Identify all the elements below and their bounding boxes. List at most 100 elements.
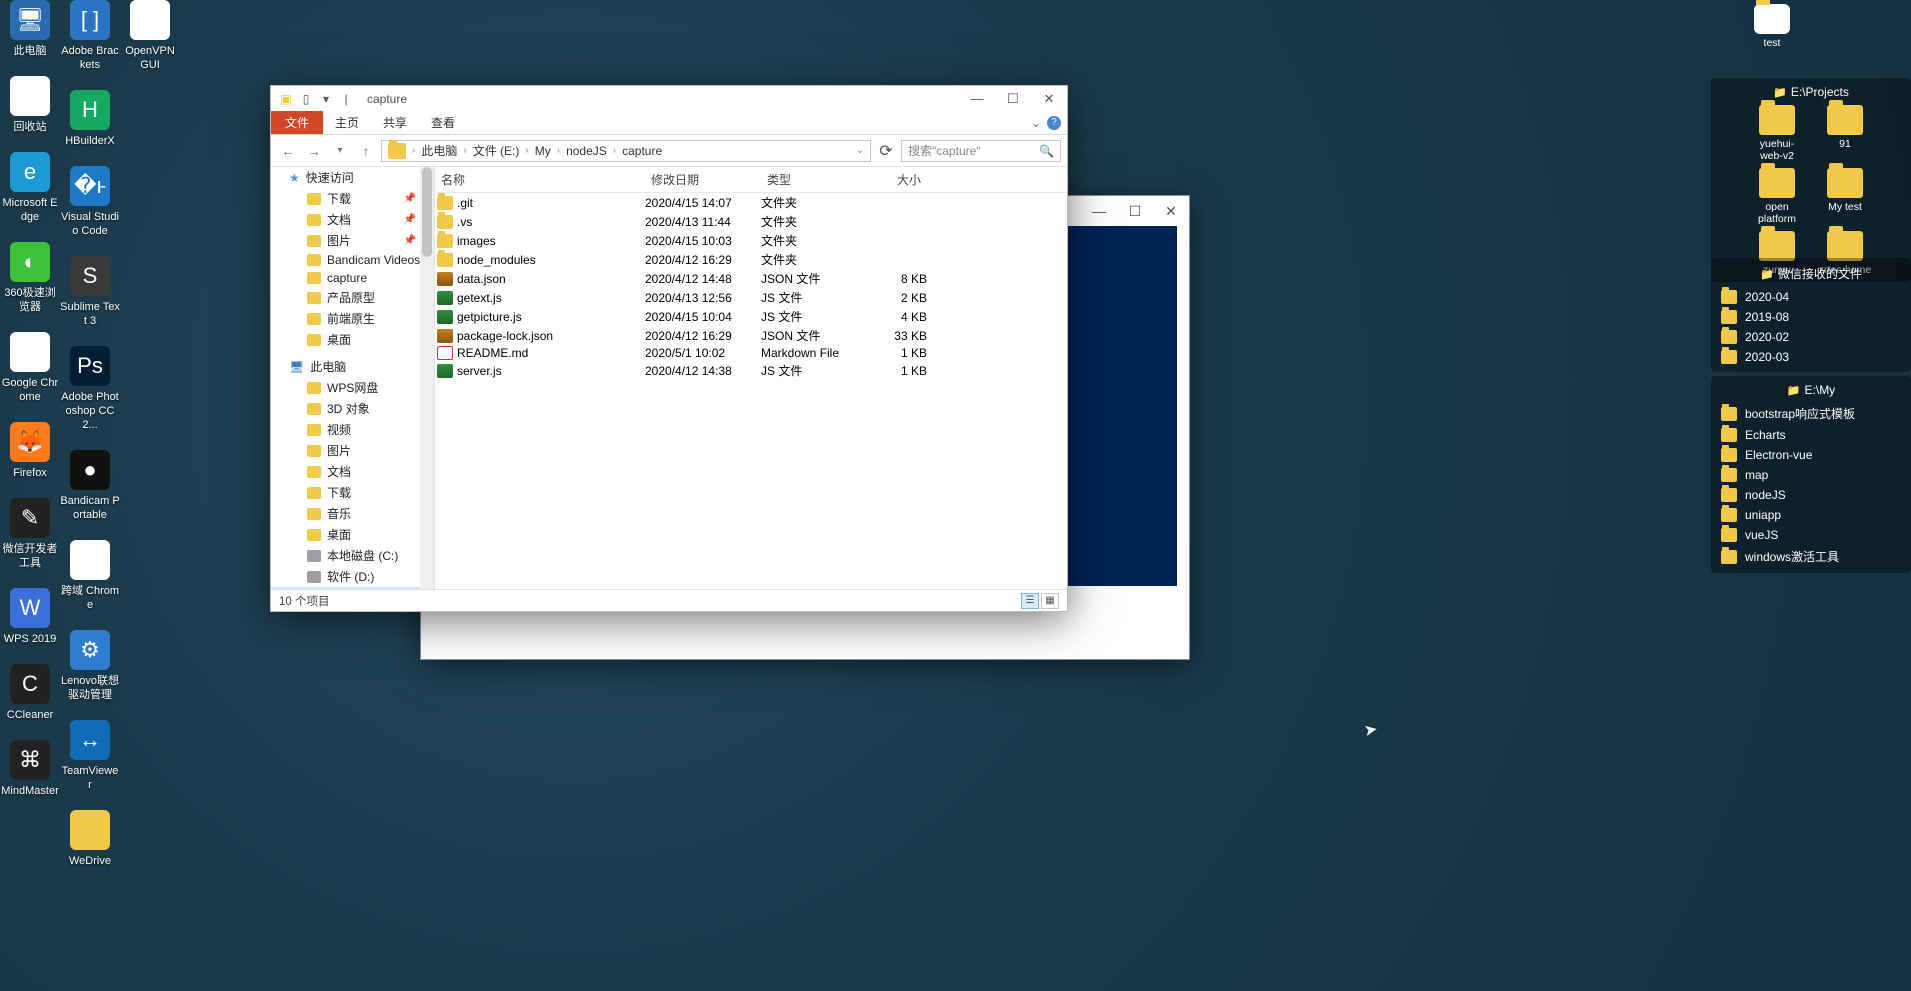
nav-up-button[interactable]: ↑ — [355, 143, 377, 159]
nav-recent-button[interactable]: ▾ — [329, 145, 351, 156]
desktop-item[interactable]: ⌘MindMaster — [0, 740, 60, 798]
fence-item[interactable]: 91 — [1817, 105, 1873, 162]
fence-projects[interactable]: E:\Projects yuehui-web-v291open platform… — [1711, 78, 1911, 282]
close-button[interactable]: ✕ — [1031, 91, 1067, 107]
desktop-item[interactable]: ◎Google Chrome — [0, 332, 60, 404]
desktop-item[interactable]: SSublime Text 3 — [60, 256, 120, 328]
desktop-item[interactable]: HHBuilderX — [60, 90, 120, 148]
fence-list-item[interactable]: 2019-08 — [1717, 308, 1905, 326]
titlebar[interactable]: ▣ ▯ ▾ | capture — ☐ ✕ — [271, 86, 1067, 111]
qat-item[interactable]: ▾ — [317, 92, 335, 106]
breadcrumb-segment[interactable]: nodeJS — [562, 144, 611, 158]
desktop-item[interactable]: 🖥OpenVPN GUI — [120, 0, 180, 72]
breadcrumb-segment[interactable]: capture — [618, 144, 666, 158]
file-row[interactable]: images 2020/4/15 10:03 文件夹 — [435, 231, 1067, 250]
help-icon[interactable]: ? — [1047, 116, 1061, 130]
nav-tree[interactable]: ★ 快速访问下载📌文档📌图片📌Bandicam Videos📌capture产品… — [271, 167, 435, 589]
qat-item[interactable]: ▯ — [297, 92, 315, 106]
tree-item[interactable]: 本地磁盘 (C:) — [271, 545, 434, 566]
breadcrumb-segment[interactable]: My — [531, 144, 555, 158]
fence-my[interactable]: E:\My bootstrap响应式模板EchartsElectron-vuem… — [1711, 376, 1911, 573]
tree-item[interactable]: 下载 — [271, 482, 434, 503]
desktop-item[interactable]: eMicrosoft Edge — [0, 152, 60, 224]
tree-item[interactable]: 音乐 — [271, 503, 434, 524]
tab-home[interactable]: 主页 — [323, 111, 371, 134]
tree-item[interactable]: 产品原型 — [271, 287, 434, 308]
desktop-item[interactable]: ●Bandicam Portable — [60, 450, 120, 522]
tab-share[interactable]: 共享 — [371, 111, 419, 134]
fence-list-item[interactable]: windows激活工具 — [1717, 546, 1905, 567]
tree-scrollbar[interactable] — [420, 167, 434, 589]
fence-list-item[interactable]: nodeJS — [1717, 486, 1905, 504]
file-row[interactable]: data.json 2020/4/12 14:48 JSON 文件 8 KB — [435, 269, 1067, 288]
desktop-item[interactable]: WeDrive — [60, 810, 120, 868]
tree-item[interactable]: WPS网盘 — [271, 377, 434, 398]
tree-item[interactable]: 文件 (E:) — [271, 587, 434, 589]
file-row[interactable]: getext.js 2020/4/13 12:56 JS 文件 2 KB — [435, 288, 1067, 307]
nav-forward-button[interactable]: → — [303, 143, 325, 159]
desktop-item[interactable]: ◐360极速浏览器 — [0, 242, 60, 314]
bg-min-button[interactable]: — — [1081, 196, 1117, 226]
bg-max-button[interactable]: ☐ — [1117, 196, 1153, 226]
file-row[interactable]: package-lock.json 2020/4/12 16:29 JSON 文… — [435, 326, 1067, 345]
tree-item[interactable]: 桌面 — [271, 329, 434, 350]
bg-close-button[interactable]: ✕ — [1153, 196, 1189, 226]
desktop-item[interactable]: 🗑回收站 — [0, 76, 60, 134]
desktop-item[interactable]: PsAdobe Photoshop CC 2... — [60, 346, 120, 432]
tree-item[interactable]: 软件 (D:) — [271, 566, 434, 587]
ribbon-expand-icon[interactable]: ⌄ — [1031, 116, 1041, 130]
tree-item[interactable]: 🖥 此电脑 — [271, 356, 434, 377]
nav-back-button[interactable]: ← — [277, 143, 299, 159]
tree-item[interactable]: 前端原生 — [271, 308, 434, 329]
file-row[interactable]: server.js 2020/4/12 14:38 JS 文件 1 KB — [435, 361, 1067, 380]
view-details-button[interactable]: ☰ — [1021, 593, 1039, 609]
col-type[interactable]: 类型 — [761, 171, 857, 188]
tab-view[interactable]: 查看 — [419, 111, 467, 134]
desktop-item[interactable]: ⚙Lenovo联想驱动管理 — [60, 630, 120, 702]
file-row[interactable]: node_modules 2020/4/12 16:29 文件夹 — [435, 250, 1067, 269]
desktop-item[interactable]: ◎跨域 Chrome — [60, 540, 120, 612]
view-icons-button[interactable]: ▦ — [1041, 593, 1059, 609]
col-name[interactable]: 名称 — [435, 171, 645, 188]
fence-list-item[interactable]: 2020-02 — [1717, 328, 1905, 346]
fence-list-item[interactable]: Echarts — [1717, 426, 1905, 444]
desktop-item[interactable]: WWPS 2019 — [0, 588, 60, 646]
tree-item[interactable]: ★ 快速访问 — [271, 167, 434, 188]
tree-item[interactable]: 文档 — [271, 461, 434, 482]
fence-wechat[interactable]: 微信接收的文件 2020-042019-082020-022020-03 — [1711, 258, 1911, 372]
desktop-item[interactable]: ◎ test — [1731, 0, 1811, 55]
fence-list-item[interactable]: 2020-04 — [1717, 288, 1905, 306]
tree-item[interactable]: 图片 — [271, 440, 434, 461]
tree-item[interactable]: 3D 对象 — [271, 398, 434, 419]
breadcrumb-segment[interactable]: 此电脑 — [417, 142, 461, 159]
fence-list-item[interactable]: map — [1717, 466, 1905, 484]
tab-file[interactable]: 文件 — [271, 111, 323, 134]
minimize-button[interactable]: — — [959, 91, 995, 107]
col-size[interactable]: 大小 — [857, 171, 927, 188]
tree-item[interactable]: capture — [271, 269, 434, 287]
tree-item[interactable]: 视频 — [271, 419, 434, 440]
desktop-item[interactable]: ✎微信开发者工具 — [0, 498, 60, 570]
col-date[interactable]: 修改日期 — [645, 171, 761, 188]
fence-list-item[interactable]: uniapp — [1717, 506, 1905, 524]
desktop-item[interactable]: 🦊Firefox — [0, 422, 60, 480]
fence-item[interactable]: My test — [1817, 168, 1873, 225]
breadcrumb-segment[interactable]: 文件 (E:) — [469, 142, 524, 159]
fence-list-item[interactable]: Electron-vue — [1717, 446, 1905, 464]
file-row[interactable]: getpicture.js 2020/4/15 10:04 JS 文件 4 KB — [435, 307, 1067, 326]
file-row[interactable]: .vs 2020/4/13 11:44 文件夹 — [435, 212, 1067, 231]
refresh-button[interactable]: ⟳ — [875, 141, 897, 161]
tree-item[interactable]: 下载📌 — [271, 188, 434, 209]
desktop-item[interactable]: ↔TeamViewer — [60, 720, 120, 792]
fence-list-item[interactable]: bootstrap响应式模板 — [1717, 403, 1905, 424]
fence-list-item[interactable]: vueJS — [1717, 526, 1905, 544]
desktop-item[interactable]: �ⱶVisual Studio Code — [60, 166, 120, 238]
tree-item[interactable]: Bandicam Videos📌 — [271, 251, 434, 269]
address-bar[interactable]: › 此电脑› 文件 (E:)› My› nodeJS› capture ⌄ — [381, 140, 871, 162]
desktop-item[interactable]: CCCleaner — [0, 664, 60, 722]
tree-item[interactable]: 图片📌 — [271, 230, 434, 251]
file-row[interactable]: README.md 2020/5/1 10:02 Markdown File 1… — [435, 345, 1067, 361]
tree-item[interactable]: 桌面 — [271, 524, 434, 545]
tree-item[interactable]: 文档📌 — [271, 209, 434, 230]
fence-item[interactable]: yuehui-web-v2 — [1749, 105, 1805, 162]
